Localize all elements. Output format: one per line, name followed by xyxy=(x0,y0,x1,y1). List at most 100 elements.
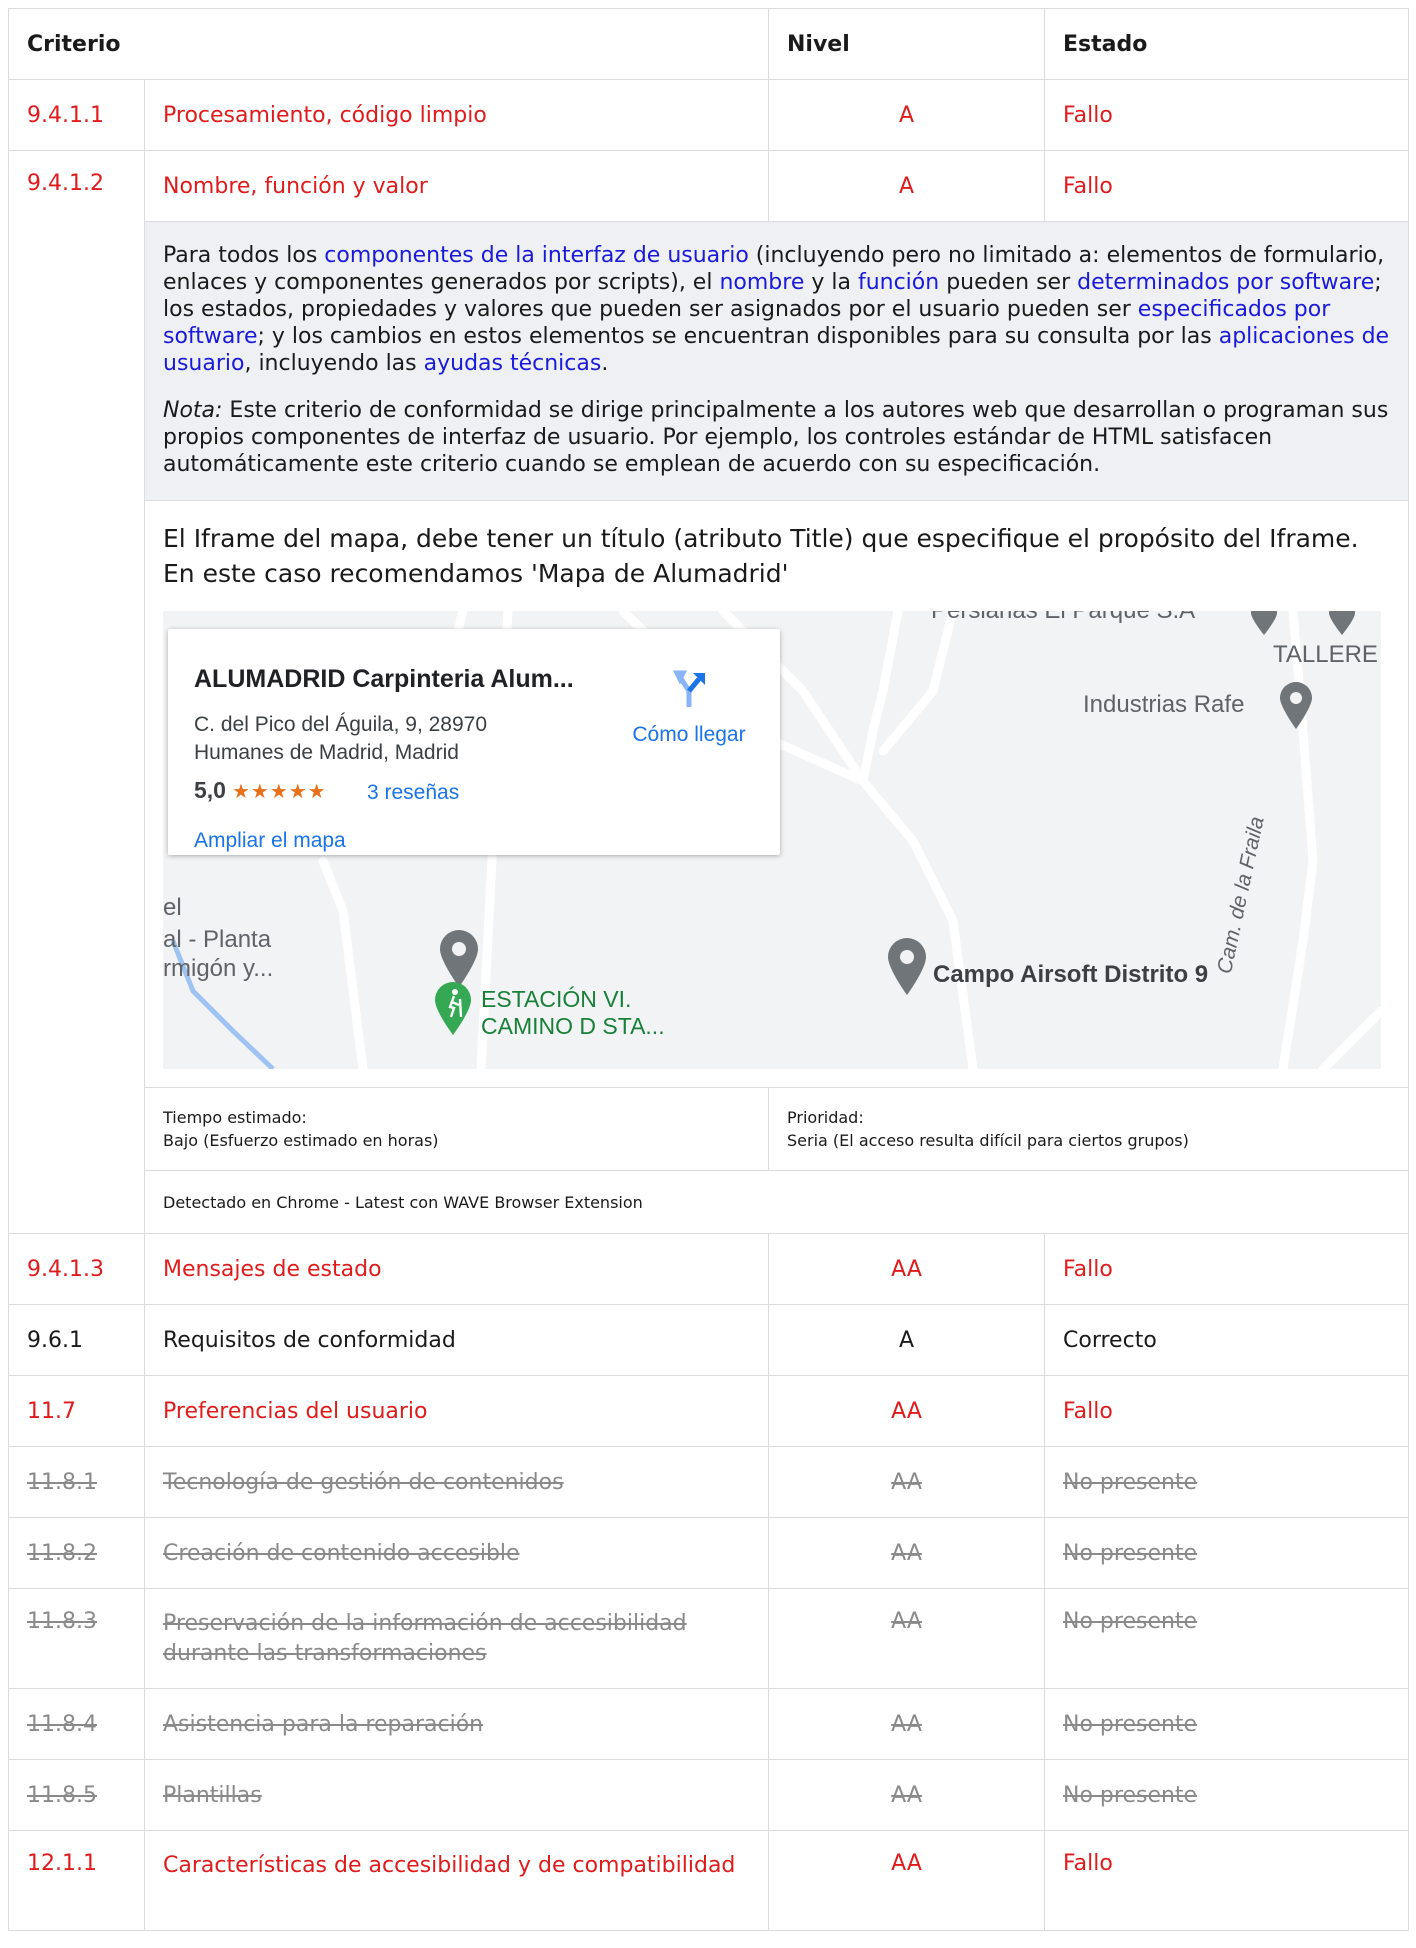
criterion-level: AA xyxy=(768,1830,1046,1931)
criterion-status: Fallo xyxy=(1044,1375,1410,1447)
criterion-status: No presente xyxy=(1044,1588,1410,1689)
criterion-level: A xyxy=(768,150,1046,222)
map-pin-icon[interactable] xyxy=(439,929,479,989)
criterion-level: A xyxy=(768,1304,1046,1376)
link-funcion[interactable]: función xyxy=(858,270,939,295)
table-row: 11.8.2 Creación de contenido accesible A… xyxy=(8,1517,1410,1589)
hiking-pin-icon[interactable] xyxy=(433,981,473,1037)
place-label-talleres[interactable]: TALLERE xyxy=(1273,641,1378,669)
criterion-status: Fallo xyxy=(1044,1233,1410,1305)
place-label-campo-airsoft[interactable]: Campo Airsoft Distrito 9 xyxy=(933,961,1208,989)
observation-cell: El Iframe del mapa, debe tener un título… xyxy=(143,500,1410,1088)
place-label-estacion-2[interactable]: CAMINO D STA... xyxy=(481,1013,665,1040)
criterion-level: AA xyxy=(768,1688,1046,1760)
header-nivel: Nivel xyxy=(768,8,1046,80)
place-label-el: el xyxy=(163,894,182,921)
description-paragraph: Para todos los componentes de la interfa… xyxy=(163,243,1390,376)
table-row: 9.4.1.1 Procesamiento, código limpio A F… xyxy=(8,79,1410,151)
link-nombre[interactable]: nombre xyxy=(719,270,804,295)
place-label-persianas[interactable]: Persianas El Parque S.A xyxy=(931,611,1195,625)
map-pin-icon[interactable] xyxy=(1327,611,1357,637)
observation-row: El Iframe del mapa, debe tener un título… xyxy=(9,500,1410,1088)
criterion-name: Requisitos de conformidad xyxy=(143,1304,770,1376)
place-rating: 5,0 ★★★★★ xyxy=(194,777,327,804)
star-rating-icon: ★★★★★ xyxy=(231,779,327,803)
place-address: C. del Pico del Águila, 9, 28970 Humanes… xyxy=(194,713,488,764)
table-row: 9.6.1 Requisitos de conformidad A Correc… xyxy=(8,1304,1410,1376)
criterion-id: 11.8.4 xyxy=(8,1688,145,1760)
criterion-id: 11.8.1 xyxy=(8,1446,145,1518)
priority-cell: Prioridad: Seria (El acceso resulta difíc… xyxy=(768,1087,1410,1171)
table-row: 9.4.1.2 Nombre, función y valor A Fallo xyxy=(8,150,1410,1234)
reviews-link[interactable]: 3 reseñas xyxy=(367,781,459,805)
place-info-card: ALUMADRID Carpinteria Alum... C. del Pic… xyxy=(168,629,780,855)
table-row: 9.4.1.3 Mensajes de estado AA Fallo xyxy=(8,1233,1410,1305)
criterion-level: AA xyxy=(768,1446,1046,1518)
criterion-id: 11.8.3 xyxy=(8,1588,145,1689)
place-title[interactable]: ALUMADRID Carpinteria Alum... xyxy=(194,665,574,694)
table-row: 11.8.1 Tecnología de gestión de contenid… xyxy=(8,1446,1410,1518)
table-row: 11.8.4 Asistencia para la reparación AA … xyxy=(8,1688,1410,1760)
criterion-name: Tecnología de gestión de contenidos xyxy=(143,1446,770,1518)
link-ayudas-tecnicas[interactable]: ayudas técnicas xyxy=(424,351,602,376)
criterion-id: 9.4.1.3 xyxy=(8,1233,145,1305)
criterion-name: Preservación de la información de accesi… xyxy=(143,1588,770,1689)
criterion-name: Procesamiento, código limpio xyxy=(143,79,770,151)
criterion-status: No presente xyxy=(1044,1517,1410,1589)
table-row: 11.8.5 Plantillas AA No presente xyxy=(8,1759,1410,1831)
directions-icon xyxy=(672,670,705,707)
note-label: Nota: xyxy=(163,398,223,423)
detected-in: Detectado en Chrome - Latest con WAVE Br… xyxy=(143,1170,1410,1234)
place-label-planta-2[interactable]: rmigón y... xyxy=(163,955,273,983)
criterion-level: AA xyxy=(768,1759,1046,1831)
table-header-row: Criterio Nivel Estado xyxy=(7,8,1410,80)
criterion-status: Fallo xyxy=(1044,79,1410,151)
detected-row: Detectado en Chrome - Latest con WAVE Br… xyxy=(9,1170,1410,1234)
criterion-id: 9.4.1.2 xyxy=(8,150,145,1234)
table-row: 11.7 Preferencias del usuario AA Fallo xyxy=(8,1375,1410,1447)
criteria-table: Criterio Nivel Estado 9.4.1.1 Procesamie… xyxy=(7,8,1410,1931)
meta-row: Tiempo estimado: Bajo (Esfuerzo estimado … xyxy=(9,1087,1410,1171)
criterion-status: No presente xyxy=(1044,1446,1410,1518)
criterion-level: AA xyxy=(768,1233,1046,1305)
criterion-id: 11.7 xyxy=(8,1375,145,1447)
directions-button[interactable]: Cómo llegar xyxy=(619,669,759,747)
map-pin-icon[interactable] xyxy=(1279,681,1313,731)
criterion-status: Correcto xyxy=(1044,1304,1410,1376)
criterion-level: AA xyxy=(768,1375,1046,1447)
description-note: Nota: Este criterio de conformidad se di… xyxy=(163,398,1389,477)
criterion-id: 11.8.2 xyxy=(8,1517,145,1589)
place-label-planta[interactable]: al - Planta xyxy=(163,926,271,954)
place-label-estacion[interactable]: ESTACIÓN VI. xyxy=(481,986,631,1013)
criterion-description: Para todos los componentes de la interfa… xyxy=(143,221,1410,501)
description-row: Para todos los componentes de la interfa… xyxy=(9,221,1410,501)
criterion-name: Características de accesibilidad y de co… xyxy=(143,1830,770,1931)
link-determinados-por-software[interactable]: determinados por software xyxy=(1077,270,1374,295)
embedded-map[interactable]: Persianas El Parque S.A TALLERE Industri… xyxy=(163,611,1381,1069)
criterion-id: 11.8.5 xyxy=(8,1759,145,1831)
estimated-time-cell: Tiempo estimado: Bajo (Esfuerzo estimado … xyxy=(143,1087,770,1171)
criterion-name: Mensajes de estado xyxy=(143,1233,770,1305)
criterion-id: 9.6.1 xyxy=(8,1304,145,1376)
criterion-status: No presente xyxy=(1044,1759,1410,1831)
criterion-id: 12.1.1 xyxy=(8,1830,145,1931)
criterion-status: Fallo xyxy=(1044,150,1410,222)
header-criterio: Criterio xyxy=(7,8,770,80)
expand-map-link[interactable]: Ampliar el mapa xyxy=(194,829,346,853)
table-row: 12.1.1 Características de accesibilidad … xyxy=(8,1830,1410,1931)
link-componentes-interfaz[interactable]: componentes de la interfaz de usuario xyxy=(324,243,749,268)
criterion-name: Preferencias del usuario xyxy=(143,1375,770,1447)
criterion-level: AA xyxy=(768,1588,1046,1689)
criterion-name: Nombre, función y valor xyxy=(143,150,770,222)
criterion-level: AA xyxy=(768,1517,1046,1589)
directions-label: Cómo llegar xyxy=(632,723,746,746)
map-pin-icon[interactable] xyxy=(887,937,927,997)
criterion-name: Plantillas xyxy=(143,1759,770,1831)
criterion-status: Fallo xyxy=(1044,1830,1410,1931)
map-pin-icon[interactable] xyxy=(1249,611,1279,637)
criterion-name: Asistencia para la reparación xyxy=(143,1688,770,1760)
rating-value: 5,0 xyxy=(194,777,226,803)
observation-text: El Iframe del mapa, debe tener un título… xyxy=(163,524,1359,588)
place-label-industrias[interactable]: Industrias Rafe xyxy=(1083,691,1244,719)
criterion-id: 9.4.1.1 xyxy=(8,79,145,151)
